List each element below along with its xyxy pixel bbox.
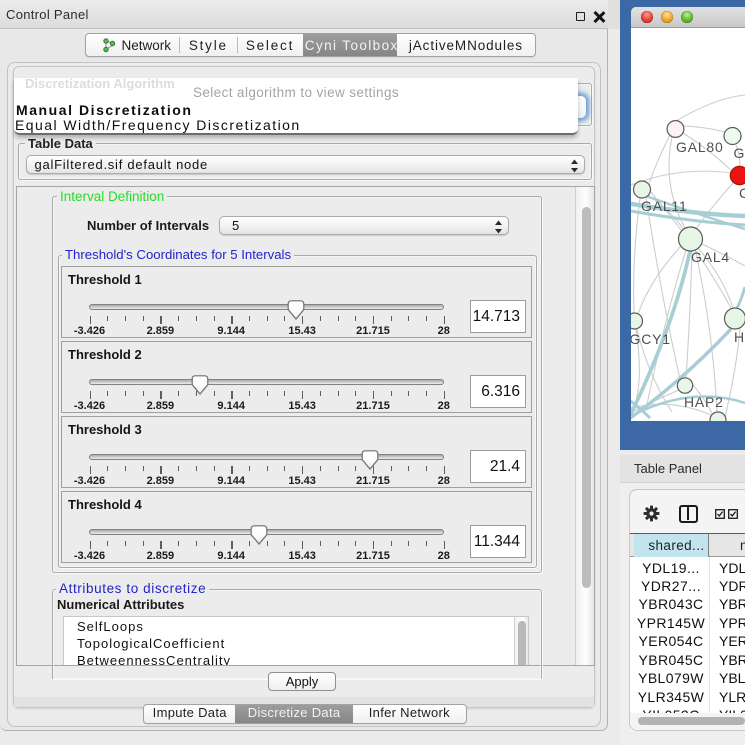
svg-text:HAP2: HAP2: [684, 394, 724, 410]
svg-text:H: H: [734, 329, 745, 345]
svg-text:GAL4: GAL4: [691, 249, 730, 265]
svg-text:GAL80: GAL80: [676, 139, 724, 155]
svg-text:GAL11: GAL11: [641, 198, 688, 214]
svg-text:GCY1: GCY1: [631, 331, 671, 347]
svg-text:GAL1: GAL1: [734, 145, 745, 161]
svg-text:C: C: [739, 185, 745, 201]
